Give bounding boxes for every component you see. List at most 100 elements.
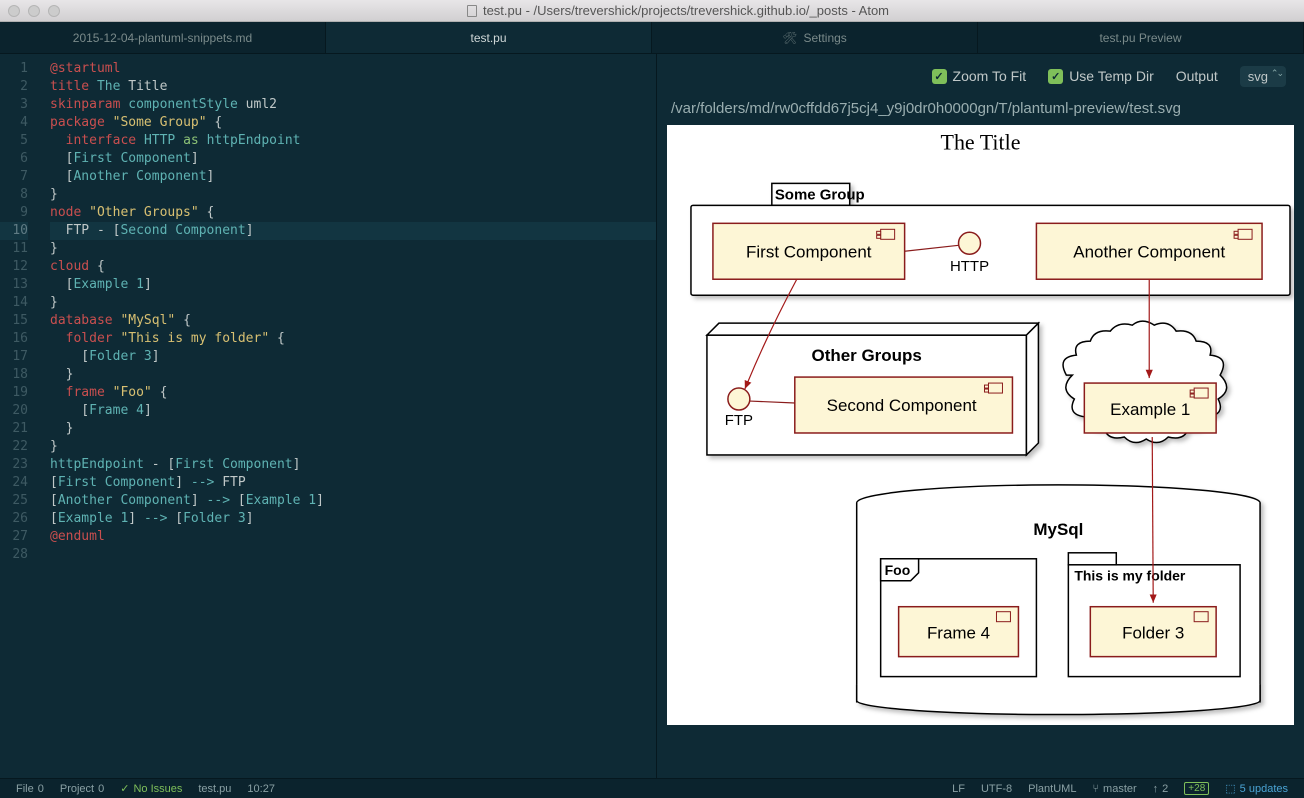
zoom-to-fit-label: Zoom To Fit: [953, 68, 1027, 84]
status-bar: File 0 Project 0 ✓ No Issues test.pu 10:…: [0, 778, 1304, 798]
line-number: 11: [0, 240, 28, 258]
tab-test-pu[interactable]: test.pu: [326, 22, 652, 53]
use-temp-dir-label: Use Temp Dir: [1069, 68, 1154, 84]
status-ahead[interactable]: ↑ 2: [1145, 782, 1177, 795]
line-number: 4: [0, 114, 28, 132]
gutter: 1234567891011121314151617181920212223242…: [0, 54, 42, 778]
tab-label: test.pu Preview: [1099, 31, 1181, 45]
code-line[interactable]: }: [50, 420, 656, 438]
status-project[interactable]: Project 0: [52, 783, 112, 795]
status-issues[interactable]: ✓ No Issues: [112, 782, 190, 795]
status-file-label: File: [16, 783, 34, 795]
status-branch-label: master: [1103, 783, 1137, 795]
line-number: 26: [0, 510, 28, 528]
status-project-count: 0: [98, 783, 104, 795]
line-number: 12: [0, 258, 28, 276]
status-eol[interactable]: LF: [944, 782, 973, 795]
line-number: 13: [0, 276, 28, 294]
code-line[interactable]: [Example 1]: [50, 276, 656, 294]
line-number: 1: [0, 60, 28, 78]
line-number: 23: [0, 456, 28, 474]
status-updates-label: 5 updates: [1240, 783, 1288, 795]
line-number: 10: [0, 222, 28, 240]
title-bar: test.pu - /Users/trevershick/projects/tr…: [0, 0, 1304, 22]
code-line[interactable]: frame "Foo" {: [50, 384, 656, 402]
line-number: 17: [0, 348, 28, 366]
code-line[interactable]: [First Component] --> FTP: [50, 474, 656, 492]
code-line[interactable]: FTP - [Second Component]: [50, 222, 656, 240]
code-area[interactable]: @startumltitle The Titleskinparam compon…: [42, 54, 656, 778]
status-project-label: Project: [60, 783, 94, 795]
code-line[interactable]: database "MySql" {: [50, 312, 656, 330]
interface-http: [959, 232, 981, 254]
line-number: 8: [0, 186, 28, 204]
status-issues-label: No Issues: [133, 783, 182, 795]
status-updates[interactable]: ⬚ 5 updates: [1217, 782, 1296, 795]
component-second-label: Second Component: [827, 396, 977, 415]
gear-icon: 🛠: [782, 31, 797, 45]
component-example-label: Example 1: [1110, 400, 1190, 419]
close-window-button[interactable]: [8, 5, 20, 17]
code-line[interactable]: [Another Component] --> [Example 1]: [50, 492, 656, 510]
status-cursor[interactable]: 10:27: [239, 783, 283, 795]
code-line[interactable]: skinparam componentStyle uml2: [50, 96, 656, 114]
code-line[interactable]: node "Other Groups" {: [50, 204, 656, 222]
status-ahead-count: 2: [1162, 783, 1168, 795]
code-line[interactable]: folder "This is my folder" {: [50, 330, 656, 348]
code-line[interactable]: package "Some Group" {: [50, 114, 656, 132]
line-number: 16: [0, 330, 28, 348]
interface-http-label: HTTP: [950, 258, 989, 275]
code-line[interactable]: [Another Component]: [50, 168, 656, 186]
use-temp-dir-checkbox[interactable]: ✓ Use Temp Dir: [1048, 68, 1154, 84]
code-line[interactable]: interface HTTP as httpEndpoint: [50, 132, 656, 150]
code-line[interactable]: }: [50, 366, 656, 384]
component-another-label: Another Component: [1073, 242, 1225, 261]
code-line[interactable]: @startuml: [50, 60, 656, 78]
output-format-value: svg: [1248, 69, 1268, 84]
code-line[interactable]: [Folder 3]: [50, 348, 656, 366]
code-line[interactable]: [Frame 4]: [50, 402, 656, 420]
code-line[interactable]: @enduml: [50, 528, 656, 546]
code-line[interactable]: }: [50, 294, 656, 312]
line-number: 2: [0, 78, 28, 96]
line-number: 14: [0, 294, 28, 312]
status-file[interactable]: File 0: [8, 783, 52, 795]
tab-settings[interactable]: 🛠 Settings: [652, 22, 978, 53]
status-encoding[interactable]: UTF-8: [973, 782, 1020, 795]
status-diff-badge: +28: [1184, 782, 1209, 795]
tab-2015-12-04-plantuml-snippets-md[interactable]: 2015-12-04-plantuml-snippets.md: [0, 22, 326, 53]
component-frame4-label: Frame 4: [927, 624, 990, 643]
zoom-window-button[interactable]: [48, 5, 60, 17]
code-line[interactable]: }: [50, 240, 656, 258]
interface-ftp-label: FTP: [725, 412, 753, 429]
code-line[interactable]: title The Title: [50, 78, 656, 96]
minimize-window-button[interactable]: [28, 5, 40, 17]
status-diff[interactable]: +28: [1176, 782, 1217, 795]
line-number: 18: [0, 366, 28, 384]
code-line[interactable]: [50, 546, 656, 564]
code-line[interactable]: }: [50, 186, 656, 204]
line-number: 5: [0, 132, 28, 150]
tab-label: Settings: [803, 31, 846, 45]
component-first-label: First Component: [746, 242, 872, 261]
zoom-to-fit-checkbox[interactable]: ✓ Zoom To Fit: [932, 68, 1027, 84]
status-branch[interactable]: ⑂ master: [1084, 782, 1144, 795]
folder-label: This is my folder: [1074, 568, 1186, 584]
code-line[interactable]: [Example 1] --> [Folder 3]: [50, 510, 656, 528]
code-line[interactable]: cloud {: [50, 258, 656, 276]
package-icon: ⬚: [1225, 782, 1235, 795]
status-filename[interactable]: test.pu: [190, 783, 239, 795]
editor-pane[interactable]: 1234567891011121314151617181920212223242…: [0, 54, 656, 778]
tab-test-pu-preview[interactable]: test.pu Preview: [978, 22, 1304, 53]
line-number: 22: [0, 438, 28, 456]
code-line[interactable]: httpEndpoint - [First Component]: [50, 456, 656, 474]
status-grammar[interactable]: PlantUML: [1020, 782, 1084, 795]
preview-toolbar: ✓ Zoom To Fit ✓ Use Temp Dir Output svg: [657, 54, 1304, 98]
line-number: 3: [0, 96, 28, 114]
window-title: test.pu - /Users/trevershick/projects/tr…: [60, 3, 1296, 18]
status-file-count: 0: [38, 783, 44, 795]
code-line[interactable]: [First Component]: [50, 150, 656, 168]
output-format-select[interactable]: svg: [1240, 66, 1286, 87]
code-line[interactable]: }: [50, 438, 656, 456]
window-title-text: test.pu - /Users/trevershick/projects/tr…: [483, 3, 889, 18]
